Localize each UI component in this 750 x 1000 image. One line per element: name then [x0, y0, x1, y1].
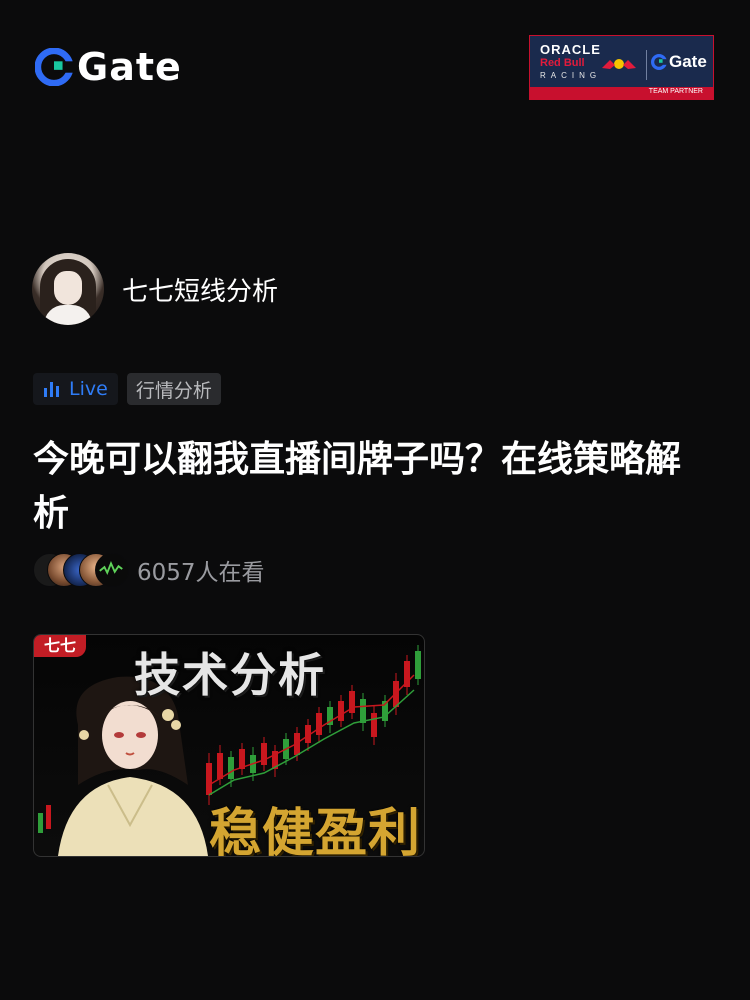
team-partner-text: TEAM PARTNER: [648, 88, 703, 95]
category-tag[interactable]: 行情分析: [126, 373, 221, 405]
live-label: Live: [69, 378, 108, 400]
author-row[interactable]: 七七短线分析: [32, 253, 278, 325]
live-bars-icon: [44, 382, 59, 397]
redbull-text: Red Bull: [540, 57, 585, 69]
viewer-count: 6057人在看: [137, 560, 265, 586]
partner-gate-logo: Gate: [651, 52, 707, 72]
redbull-bulls-icon: [602, 59, 636, 69]
author-name[interactable]: 七七短线分析: [122, 271, 278, 308]
chart-wave-icon: [99, 560, 123, 576]
avatar-face: [54, 271, 82, 305]
live-tag[interactable]: Live: [33, 373, 118, 405]
thumbnail-headline: 技术分析: [134, 648, 326, 702]
live-thumbnail[interactable]: 七七 技术分析 稳健盈利: [33, 634, 425, 857]
thumbnail-badge: 七七: [34, 635, 87, 657]
gate-logo-text: Gate: [77, 45, 182, 89]
gate-logo: Gate: [35, 48, 182, 86]
viewer-avatar: [95, 553, 129, 587]
post-title[interactable]: 今晚可以翻我直播间牌子吗？在线策略解析: [33, 433, 713, 541]
team-partner-badge: ORACLE Red Bull RACING Gate TEAM PARTNER: [529, 35, 714, 100]
racing-text: RACING: [540, 71, 602, 80]
viewer-row: 6057人在看: [33, 553, 265, 587]
oracle-text: ORACLE: [540, 42, 601, 57]
viewer-avatars: [33, 553, 129, 587]
partner-gate-text: Gate: [669, 52, 707, 71]
gate-logo-icon: [35, 48, 73, 86]
gate-logo-icon: [651, 54, 667, 70]
team-partner-strip: TEAM PARTNER: [530, 87, 713, 99]
tag-row: Live 行情分析: [33, 373, 221, 405]
thumbnail-slogan: 稳健盈利: [209, 804, 422, 857]
category-label: 行情分析: [135, 379, 212, 402]
author-avatar[interactable]: [32, 253, 104, 325]
badge-divider: [646, 50, 647, 80]
